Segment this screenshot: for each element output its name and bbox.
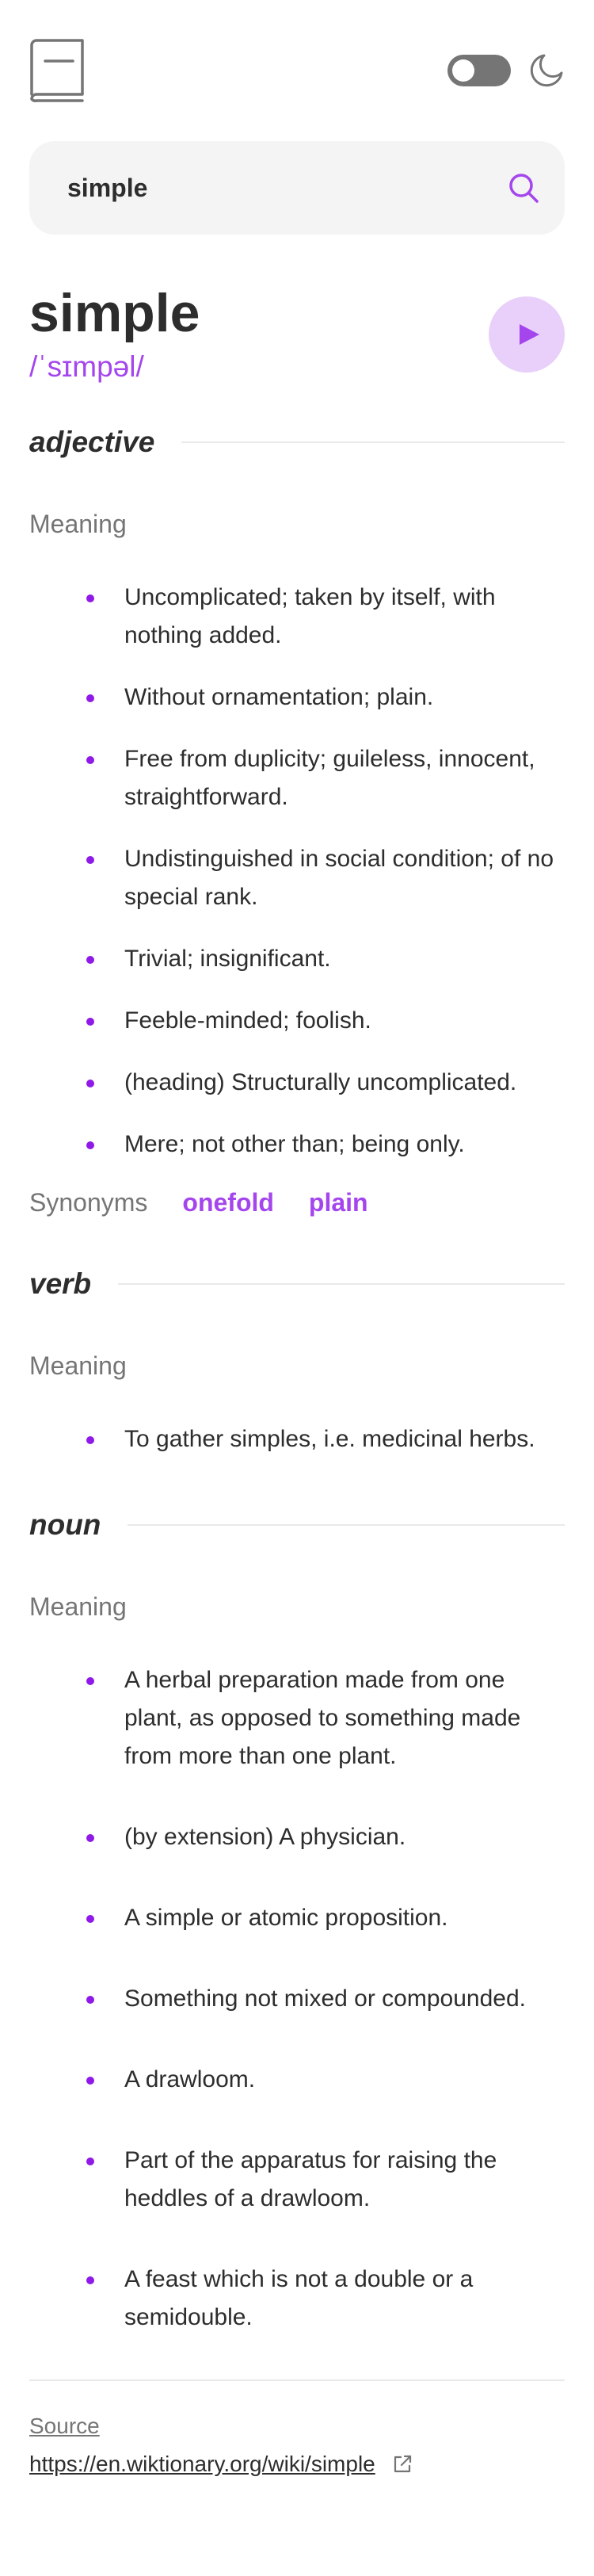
definition-list: Uncomplicated; taken by itself, with not… bbox=[29, 579, 565, 1164]
bullet bbox=[86, 1141, 94, 1149]
play-icon bbox=[520, 324, 539, 345]
synonyms-row: Synonyms onefold plain bbox=[29, 1187, 565, 1217]
part-of-speech-row: adjective bbox=[29, 425, 565, 460]
definition-item: A drawloom. bbox=[29, 2061, 565, 2099]
definition-item: Feeble-minded; foolish. bbox=[29, 1002, 565, 1040]
meaning-section-verb: verb Meaning To gather simples, i.e. med… bbox=[29, 1267, 565, 1458]
divider bbox=[181, 441, 565, 443]
word-header: simple /ˈsɪmpəl/ bbox=[29, 281, 565, 399]
meaning-label: Meaning bbox=[29, 1592, 127, 1621]
definition-item: Mere; not other than; being only. bbox=[29, 1126, 565, 1164]
source-footer: Source https://en.wiktionary.org/wiki/si… bbox=[29, 2379, 565, 2509]
part-of-speech: verb bbox=[29, 1267, 92, 1300]
divider bbox=[29, 2379, 565, 2381]
definition-item: Part of the apparatus for raising the he… bbox=[29, 2142, 565, 2218]
meaning-section-adjective: adjective Meaning Uncomplicated; taken b… bbox=[29, 425, 565, 1217]
bullet bbox=[86, 1834, 94, 1842]
part-of-speech: adjective bbox=[29, 426, 155, 458]
bullet bbox=[86, 1018, 94, 1026]
search-bar bbox=[29, 141, 565, 235]
definition-item: Undistinguished in social condition; of … bbox=[29, 840, 565, 916]
part-of-speech-row: verb bbox=[29, 1267, 565, 1301]
bullet bbox=[86, 956, 94, 964]
dictionary-page: simple /ˈsɪmpəl/ adjective Meaning Uncom… bbox=[0, 0, 594, 2509]
definition-item: A simple or atomic proposition. bbox=[29, 1899, 565, 1937]
meaning-section-noun: noun Meaning A herbal preparation made f… bbox=[29, 1508, 565, 2337]
bullet bbox=[86, 2157, 94, 2165]
bullet bbox=[86, 1677, 94, 1685]
divider bbox=[128, 1524, 565, 1526]
bullet bbox=[86, 594, 94, 602]
synonym-link[interactable]: onefold bbox=[182, 1187, 274, 1217]
part-of-speech: noun bbox=[29, 1508, 101, 1541]
header-controls bbox=[447, 52, 565, 89]
synonyms-label: Synonyms bbox=[29, 1188, 148, 1217]
book-icon[interactable] bbox=[29, 39, 85, 102]
definition-item: Something not mixed or compounded. bbox=[29, 1980, 565, 2018]
synonym-link[interactable]: plain bbox=[309, 1187, 368, 1217]
definition-item: Trivial; insignificant. bbox=[29, 940, 565, 978]
definition-item: Uncomplicated; taken by itself, with not… bbox=[29, 579, 565, 655]
source-row: https://en.wiktionary.org/wiki/simple bbox=[29, 2451, 565, 2478]
search-input[interactable] bbox=[67, 173, 495, 203]
definition-item: To gather simples, i.e. medicinal herbs. bbox=[29, 1420, 565, 1458]
play-audio-button[interactable] bbox=[489, 296, 565, 373]
bullet bbox=[86, 1996, 94, 2004]
bullet bbox=[86, 2077, 94, 2085]
app-header bbox=[29, 0, 565, 141]
meaning-label: Meaning bbox=[29, 1351, 127, 1380]
word-title: simple bbox=[29, 283, 200, 343]
toggle-knob bbox=[452, 59, 474, 82]
search-icon[interactable] bbox=[508, 172, 539, 204]
definition-item: Free from duplicity; guileless, innocent… bbox=[29, 740, 565, 816]
external-link-icon[interactable] bbox=[391, 2453, 413, 2475]
definition-item: A herbal preparation made from one plant… bbox=[29, 1661, 565, 1775]
divider bbox=[118, 1283, 565, 1285]
part-of-speech-row: noun bbox=[29, 1508, 565, 1542]
definition-list: A herbal preparation made from one plant… bbox=[29, 1661, 565, 2337]
meaning-label: Meaning bbox=[29, 510, 127, 538]
moon-icon[interactable] bbox=[528, 52, 565, 89]
phonetic-text: /ˈsɪmpəl/ bbox=[29, 350, 144, 383]
bullet bbox=[86, 856, 94, 864]
definition-item: (by extension) A physician. bbox=[29, 1818, 565, 1856]
definition-item: Without ornamentation; plain. bbox=[29, 678, 565, 717]
definition-item: A feast which is not a double or a semid… bbox=[29, 2261, 565, 2337]
bullet bbox=[86, 1436, 94, 1444]
bullet bbox=[86, 1915, 94, 1923]
word-info: simple /ˈsɪmpəl/ bbox=[29, 281, 200, 384]
source-label: Source bbox=[29, 2414, 100, 2438]
bullet bbox=[86, 694, 94, 702]
bullet bbox=[86, 1080, 94, 1087]
bullet bbox=[86, 756, 94, 764]
definition-item: (heading) Structurally uncomplicated. bbox=[29, 1064, 565, 1102]
bullet bbox=[86, 2276, 94, 2284]
definition-list: To gather simples, i.e. medicinal herbs. bbox=[29, 1420, 565, 1458]
source-link[interactable]: https://en.wiktionary.org/wiki/simple bbox=[29, 2451, 375, 2478]
theme-toggle[interactable] bbox=[447, 55, 511, 86]
